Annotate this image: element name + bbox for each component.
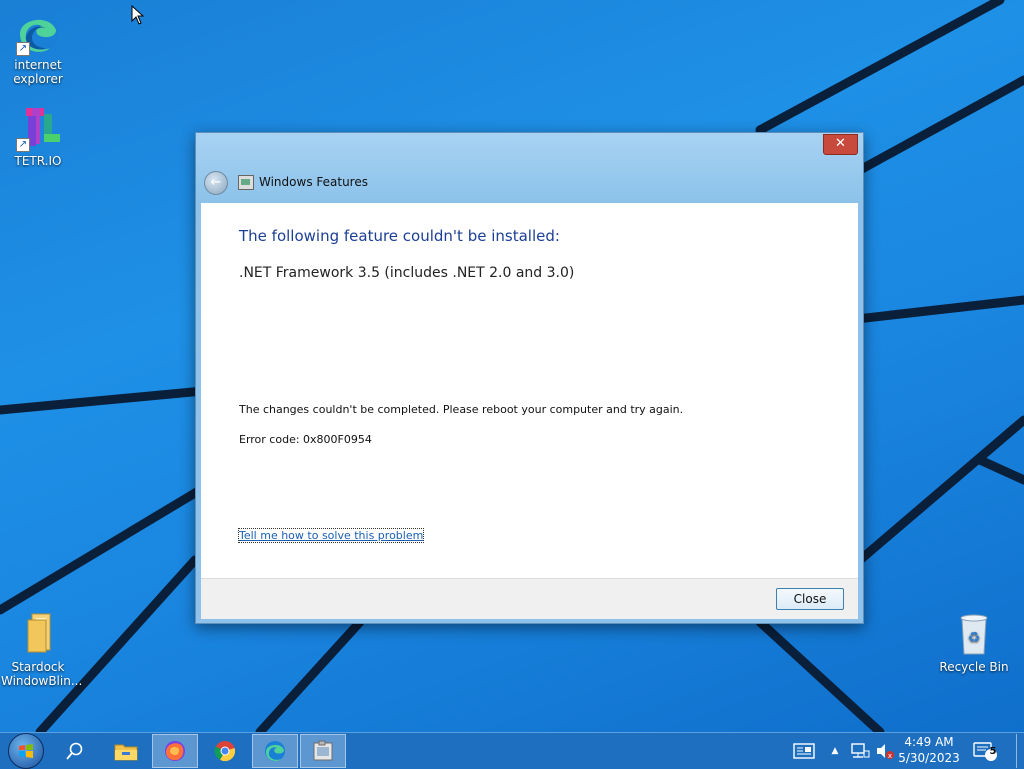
show-desktop-button[interactable] [1016, 734, 1024, 768]
action-center-news-button[interactable] [788, 734, 820, 768]
desktop-icon-label: Stardock WindowBlin... [1, 660, 83, 688]
dialog-content: The following feature couldn't be instal… [201, 203, 858, 578]
volume-button[interactable]: x [874, 734, 896, 768]
search-button[interactable] [58, 734, 92, 768]
notification-count-badge: 5 [989, 746, 997, 757]
chevron-up-icon: ▲ [831, 746, 839, 756]
taskbar-file-explorer[interactable] [104, 734, 148, 768]
network-icon [851, 743, 870, 758]
desktop-icon-tetrio[interactable]: ↗ TETR.IO [1, 104, 75, 168]
taskbar-firefox[interactable] [152, 734, 198, 768]
desktop-icon-recycle-bin[interactable]: ♻ Recycle Bin [937, 610, 1011, 674]
desktop-icon-label: Recycle Bin [939, 660, 1009, 674]
start-button[interactable] [4, 733, 48, 769]
clock-time: 4:49 AM [904, 735, 954, 749]
tetrio-icon: ↗ [14, 104, 62, 152]
error-code: Error code: 0x800F0954 [239, 433, 372, 446]
windows-features-dialog: ✕ ← Windows Features The following featu… [195, 132, 864, 624]
volume-muted-icon: x [877, 744, 894, 760]
taskbar-edge[interactable] [252, 734, 298, 768]
dialog-footer: Close [201, 578, 858, 619]
chrome-icon [214, 741, 236, 762]
edge-icon [265, 741, 285, 761]
show-hidden-icons-button[interactable]: ▲ [826, 734, 844, 768]
windows-features-icon [313, 740, 333, 761]
edge-icon: ↗ [14, 8, 62, 56]
search-icon [66, 742, 83, 760]
taskbar-chrome[interactable] [202, 734, 248, 768]
window-title: Windows Features [259, 175, 368, 189]
taskbar: ▲ x 4:49 AM 5/30/2023 5 [0, 732, 1024, 769]
shortcut-arrow-icon: ↗ [16, 42, 30, 56]
title-bar[interactable]: ✕ ← Windows Features [196, 133, 863, 203]
window-close-button[interactable]: ✕ [823, 134, 858, 155]
taskbar-clock[interactable]: 4:49 AM 5/30/2023 [898, 734, 960, 766]
desktop-icon-internet-explorer[interactable]: ↗ internet explorer [1, 8, 75, 86]
help-link[interactable]: Tell me how to solve this problem [237, 528, 425, 543]
clock-date: 5/30/2023 [898, 751, 960, 765]
folder-icon [14, 610, 62, 658]
feature-name: .NET Framework 3.5 (includes .NET 2.0 an… [239, 265, 575, 281]
taskbar-windows-features[interactable] [300, 734, 346, 768]
error-heading: The following feature couldn't be instal… [239, 227, 560, 245]
firefox-icon [165, 741, 185, 761]
close-button[interactable]: Close [776, 588, 844, 610]
back-button[interactable]: ← [204, 171, 228, 195]
desktop-icon-label: internet explorer [13, 58, 63, 86]
desktop-icon-label: TETR.IO [14, 154, 62, 168]
error-message: The changes couldn't be completed. Pleas… [239, 403, 684, 416]
news-icon [793, 743, 815, 759]
file-explorer-icon [114, 744, 138, 761]
mouse-cursor-icon [131, 5, 145, 25]
shortcut-arrow-icon: ↗ [16, 138, 30, 152]
notifications-button[interactable]: 5 [968, 734, 1002, 768]
svg-text:x: x [888, 752, 892, 760]
recycle-bin-icon: ♻ [950, 610, 998, 658]
windows-features-icon [238, 175, 254, 190]
svg-text:♻: ♻ [968, 630, 981, 646]
back-arrow-icon: ← [210, 175, 222, 190]
desktop-icon-stardock-windowblinds[interactable]: Stardock WindowBlin... [1, 610, 82, 688]
network-status-button[interactable] [848, 734, 872, 768]
windows-logo-icon [8, 733, 44, 769]
